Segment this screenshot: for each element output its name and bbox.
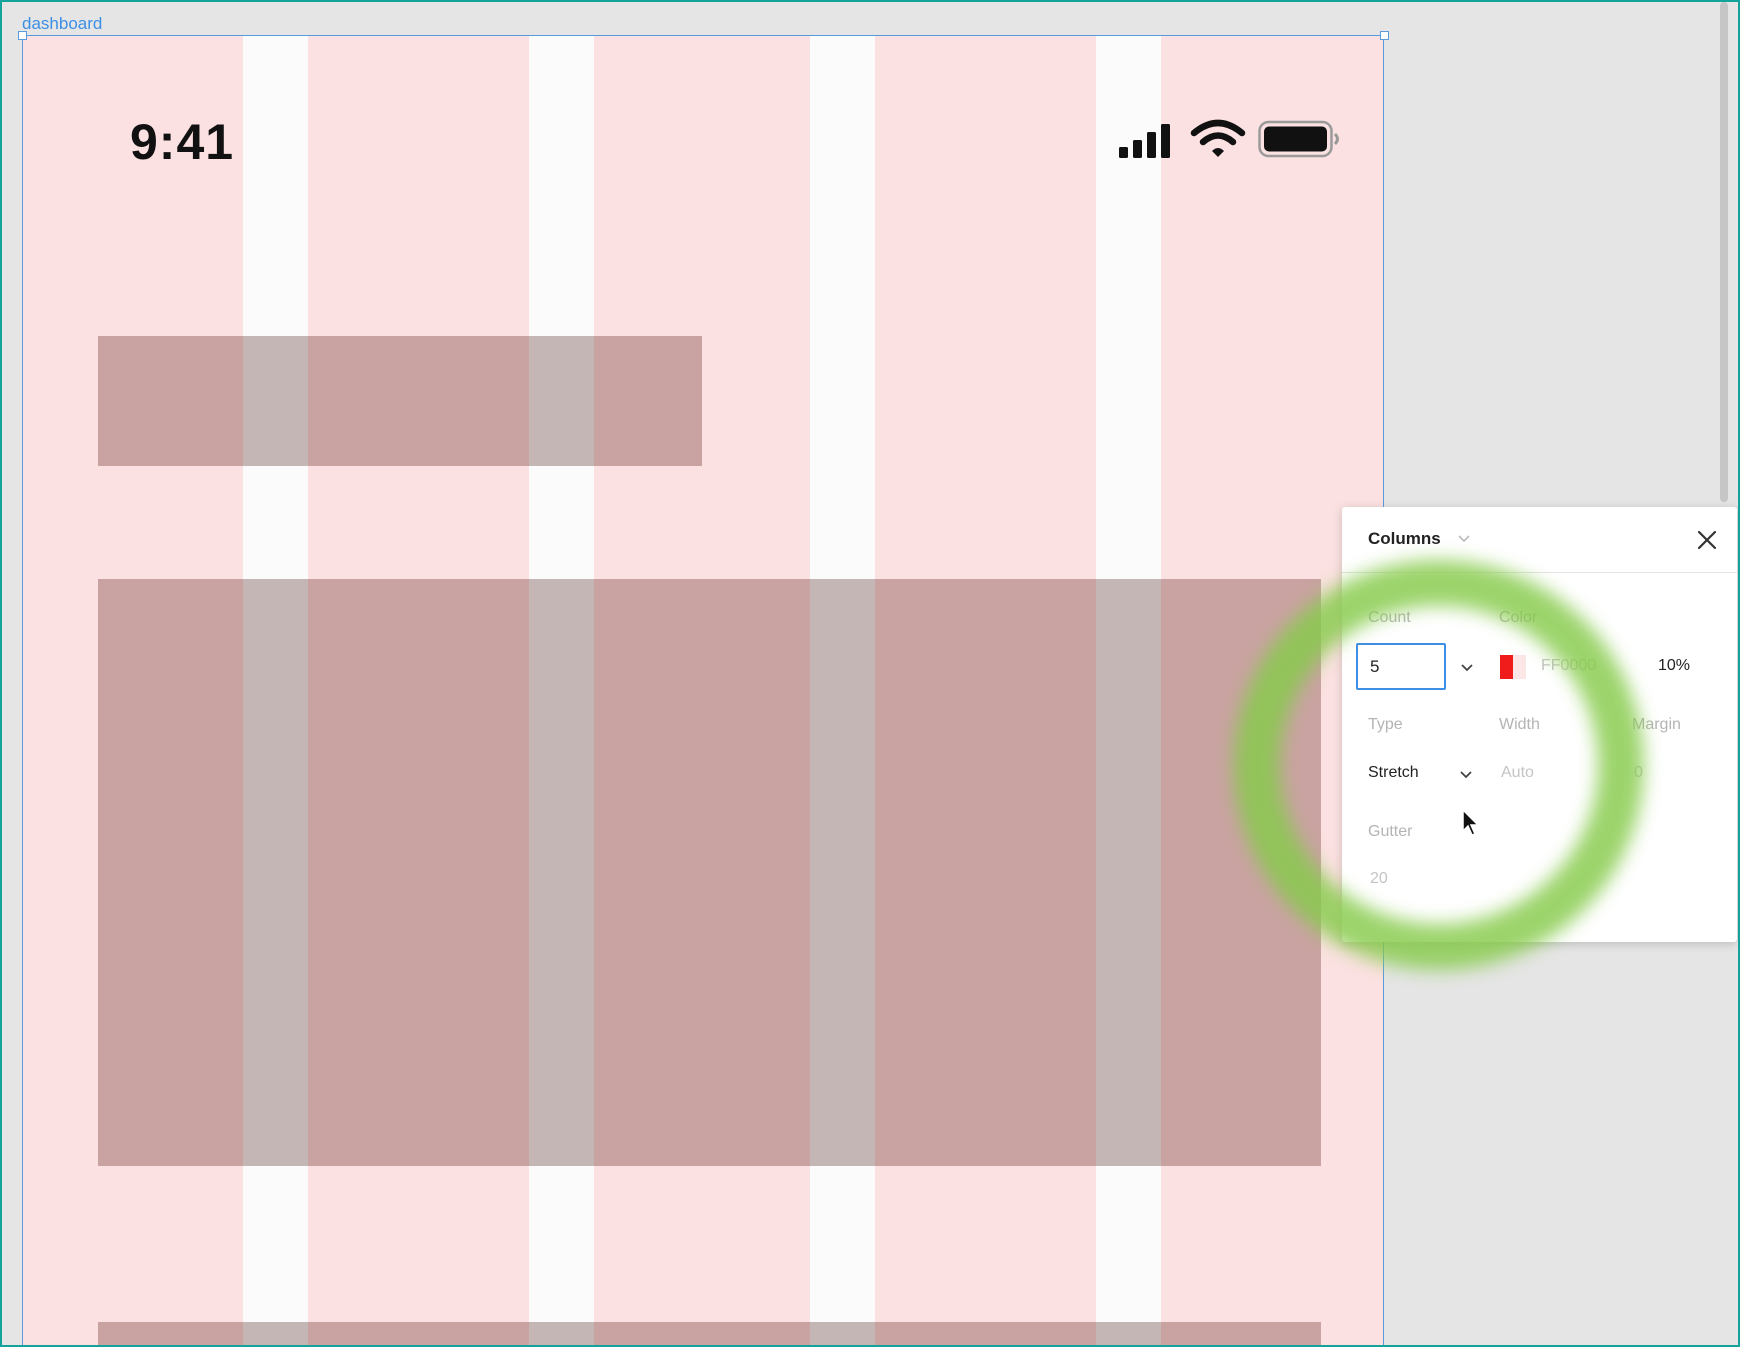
gutter-value[interactable]: 20 [1370, 870, 1388, 888]
type-dropdown[interactable]: Stretch [1368, 764, 1419, 782]
color-swatch[interactable] [1500, 655, 1526, 679]
selection-handle-top-right[interactable] [1380, 31, 1389, 40]
dashboard-frame[interactable]: 9:41 [22, 35, 1384, 1345]
selection-handle-top-left[interactable] [18, 31, 27, 40]
battery-icon [1258, 120, 1339, 158]
canvas-scrollbar[interactable] [1720, 2, 1728, 502]
count-chevron-icon[interactable] [1460, 663, 1474, 672]
count-input[interactable] [1356, 643, 1446, 690]
color-swatch-transparent [1513, 655, 1526, 679]
gutter-label: Gutter [1368, 823, 1413, 840]
type-label: Type [1368, 716, 1403, 733]
margin-label: Margin [1632, 716, 1681, 733]
type-chevron-icon[interactable] [1459, 770, 1473, 779]
grid-column [308, 35, 529, 1345]
grid-column [22, 35, 243, 1345]
grid-column [875, 35, 1096, 1345]
grid-column [594, 35, 810, 1345]
count-label: Count [1368, 609, 1411, 626]
wifi-icon [1190, 119, 1246, 157]
panel-header: Columns [1342, 507, 1737, 573]
opacity-value[interactable]: 10% [1658, 657, 1690, 675]
color-hex-value[interactable]: FF0000 [1541, 657, 1596, 675]
color-swatch-solid [1500, 655, 1513, 679]
margin-value[interactable]: 0 [1634, 764, 1643, 782]
close-icon[interactable] [1695, 528, 1719, 552]
width-value[interactable]: Auto [1501, 764, 1534, 782]
mouse-cursor-icon [1462, 808, 1480, 836]
status-bar: 9:41 [22, 35, 1384, 170]
status-time: 9:41 [130, 114, 235, 170]
canvas-viewport[interactable]: dashboard 9:41 Columns Count Color 5 FF0… [2, 2, 1738, 1345]
layout-grid-panel: Columns Count Color FF0000 10% Type Widt… [1342, 507, 1737, 942]
width-label: Width [1499, 716, 1540, 733]
color-label: Color [1499, 609, 1538, 626]
chevron-down-icon[interactable] [1458, 535, 1470, 543]
grid-type-dropdown[interactable]: Columns [1368, 529, 1441, 549]
frame-label[interactable]: dashboard [22, 14, 102, 34]
cellular-signal-icon [1119, 124, 1170, 158]
